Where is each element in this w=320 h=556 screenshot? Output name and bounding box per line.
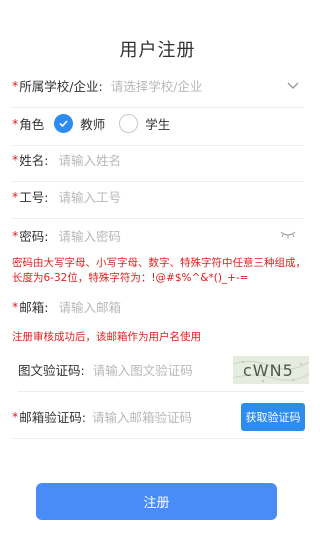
role-teacher-label[interactable]: 教师: [80, 114, 105, 133]
job-number-input[interactable]: 请输入工号: [58, 187, 304, 206]
job-number-label: 工号:: [19, 190, 49, 205]
password-label: 密码:: [19, 228, 49, 244]
captcha-label: 图文验证码:: [18, 363, 85, 378]
email-field[interactable]: * 邮箱: 请输入邮箱: [12, 284, 304, 328]
captcha-text: cWN5: [243, 361, 294, 380]
school-label: 所属学校/企业:: [19, 79, 103, 94]
email-code-label: 邮箱验证码:: [19, 410, 86, 425]
email-label: 邮箱:: [19, 299, 49, 315]
required-mark: *: [12, 409, 19, 424]
name-input[interactable]: 请输入姓名: [58, 150, 304, 169]
required-mark: *: [12, 298, 19, 314]
role-teacher-radio[interactable]: [54, 114, 74, 133]
email-input[interactable]: 请输入邮箱: [58, 297, 304, 316]
required-mark: *: [12, 189, 19, 204]
password-field[interactable]: * 密码: 请输入密码: [12, 213, 304, 257]
register-button[interactable]: 注册: [36, 483, 277, 520]
role-label: 角色: [19, 117, 45, 132]
checkmark-icon: [59, 120, 68, 128]
required-mark: *: [12, 152, 19, 167]
chevron-down-icon[interactable]: [286, 78, 300, 92]
email-code-input[interactable]: 请输入邮箱验证码: [92, 407, 210, 426]
password-input[interactable]: 请输入密码: [58, 226, 304, 245]
role-student-label[interactable]: 学生: [145, 114, 170, 133]
captcha-image[interactable]: cWN5: [233, 356, 309, 384]
eye-closed-icon[interactable]: [280, 230, 296, 240]
role-student-radio[interactable]: [119, 114, 139, 133]
required-mark: *: [12, 116, 19, 131]
password-hint: 密码由大写字母、小写字母、数字、特殊字符中任意三种组成，长度为6-32位，特殊字…: [12, 257, 306, 284]
role-radio-group: 教师 学生: [54, 114, 184, 133]
school-placeholder: 请选择学校/企业: [110, 79, 203, 94]
page-title: 用户注册: [119, 40, 196, 61]
name-label: 姓名:: [19, 153, 49, 168]
required-mark: *: [12, 227, 19, 243]
required-mark: *: [12, 78, 19, 93]
get-code-button[interactable]: 获取验证码: [241, 403, 305, 431]
email-hint: 注册审核成功后，该邮箱作为用户名使用: [12, 331, 201, 343]
